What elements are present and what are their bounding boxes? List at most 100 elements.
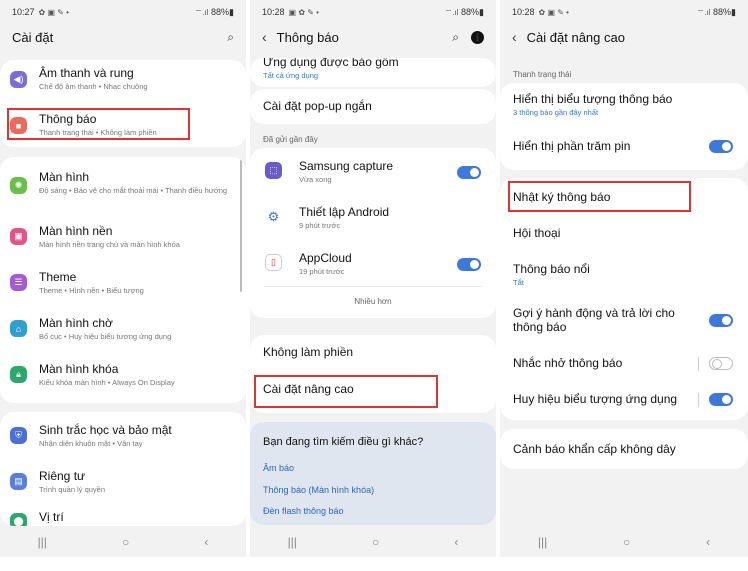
link-lockscreen-notifications[interactable]: Thông báo (Màn hình khóa) [263,485,374,495]
recents-button[interactable]: ||| [538,535,547,549]
popup-card: Cài đặt pop-up ngắn [250,89,496,124]
scrollbar[interactable] [240,157,242,292]
battery-percent-item[interactable]: Hiển thị phần trăm pin [500,139,748,155]
lock-screen-item[interactable]: 🔒︎ Màn hình khóa Kiểu khóa màn hình • Alw… [0,357,246,393]
link-ringtone[interactable]: Âm báo [263,463,294,473]
home-button[interactable]: ○ [372,535,379,549]
nav-bar: ||| ○ ‹ [250,527,496,557]
battery-icon: ▮ [479,6,484,17]
clock: 10:28 [262,7,285,17]
app-row[interactable]: ⚙ Thiết lập Android 9 phút trước [250,202,496,238]
battery-icon: ▮ [229,6,234,17]
back-button[interactable]: ‹ [706,535,710,549]
home-button[interactable]: ○ [122,535,129,549]
item-label: Màn hình khóa [39,362,119,376]
app-row[interactable]: ▯ AppCloud 19 phút trước [250,248,496,284]
status-bar: 10:27 ✿ ▣ ✎ • ⌔.ıl 88%▮ [0,0,246,24]
gear-icon: ⚙ [265,208,282,225]
location-item[interactable]: ⬤ Vị trí [0,508,246,526]
theme-item[interactable]: ☰ Theme Theme • Hình nền • Biểu tượng [0,265,246,301]
badges-toggle[interactable] [709,393,733,406]
dnd-item[interactable]: Không làm phiền [250,345,496,361]
location-icon: ⬤ [10,513,27,526]
search-icon[interactable]: ⌕ [452,30,459,45]
display-item[interactable]: ✺ Màn hình Độ sáng • Bảo vệ cho mắt thoải… [0,163,246,207]
highlight-box [254,375,438,408]
suggest-actions-item[interactable]: Gợi ý hành động và trả lời cho thông báo [500,306,748,336]
highlight-box [508,181,691,212]
item-sub: Bố cục • Huy hiệu biểu tượng ứng dụng [39,332,172,341]
item-label: Sinh trắc học và bảo mật [39,423,172,437]
section-label: Thanh trạng thái [513,70,572,79]
notifications-panel: 10:28 ▣ ✿ ✎ • ⌔.ıl 88%▮ ‹ Thông báo ⌕ i Ứ… [250,0,496,557]
advanced-settings-panel: 10:28 ✿ ▣ ✎ • ⌔.ıl 88%▮ ‹ Cài đặt nâng ca… [500,0,748,557]
recents-button[interactable]: ||| [38,535,47,549]
wireless-alerts-card: Cảnh báo khẩn cấp không dây [500,429,748,469]
status-icons: ✿ ▣ ✎ • [538,7,569,17]
included-apps-item[interactable]: Ứng dụng được báo gồm Tất cả ứng dụng [250,58,496,85]
home-button[interactable]: ○ [623,535,630,549]
item-label: Cài đặt pop-up ngắn [263,99,372,113]
back-arrow-icon[interactable]: ‹ [512,29,517,45]
conversations-item[interactable]: Hội thoại [500,226,748,242]
battery-icon: ▮ [731,6,736,17]
item-sub: Chế độ âm thanh • Nhạc chuông [39,82,148,91]
reminders-toggle[interactable] [709,357,733,370]
item-sub: Theme • Hình nền • Biểu tượng [39,286,144,295]
battery-percent-toggle[interactable] [709,140,733,153]
item-sub: Tắt [513,278,524,287]
page-title: Cài đặt nâng cao [526,29,625,45]
nav-bar: ||| ○ ‹ [0,527,246,557]
settings-group-2: ✺ Màn hình Độ sáng • Bảo vệ cho mắt thoải… [0,157,246,403]
shield-icon: ⛨ [10,427,27,444]
app-row[interactable]: ⬚ Samsung capture Vừa xong [250,156,496,192]
included-apps-card[interactable]: Ứng dụng được báo gồm Tất cả ứng dụng [250,58,496,87]
item-label: Âm thanh và rung [39,66,134,80]
back-button[interactable]: ‹ [204,535,208,549]
info-icon[interactable]: i [471,30,484,44]
app-bar: Cài đặt ⌕ [0,24,246,50]
appcloud-toggle[interactable] [457,258,481,271]
link-flash-notification[interactable]: Đèn flash thông báo [263,506,344,516]
app-bar: ‹ Thông báo ⌕ i [250,24,496,50]
show-icons-item[interactable]: Hiển thị biểu tượng thông báo 3 thông báo… [500,92,748,122]
search-suggestions-card: Bạn đang tìm kiếm điều gì khác? Âm báo T… [250,422,496,525]
settings-group-1: ◀) Âm thanh và rung Chế độ âm thanh • Nhạ… [0,60,246,147]
speaker-icon: ◀) [10,71,27,88]
reminders-item[interactable]: Nhắc nhở thông báo [500,356,748,372]
item-sub: Kiểu khóa màn hình • Always On Display [39,378,175,387]
app-bar: ‹ Cài đặt nâng cao [500,24,748,50]
battery-text: 88% [211,6,230,17]
suggest-actions-toggle[interactable] [709,314,733,327]
privacy-item[interactable]: ▤ Riêng tư Trình quản lý quyền [0,464,246,500]
section-label: Đã gửi gần đây [263,135,318,144]
floating-notifications-item[interactable]: Thông báo nổi Tắt [500,262,748,288]
back-button[interactable]: ‹ [454,535,458,549]
item-label: Màn hình nền [39,224,113,238]
back-arrow-icon[interactable]: ‹ [262,29,267,45]
suggestion-question: Bạn đang tìm kiếm điều gì khác? [263,436,424,448]
capture-toggle[interactable] [457,166,481,179]
more-button[interactable]: Nhiều hơn [250,297,496,306]
status-icons: ▣ ✿ ✎ • [288,7,319,17]
wireless-alerts-item[interactable]: Cảnh báo khẩn cấp không dây [500,442,748,458]
clock: 10:27 [12,7,35,17]
status-bar: 10:28 ▣ ✿ ✎ • ⌔.ıl 88%▮ [250,0,496,24]
settings-group-3: ⛨ Sinh trắc học và bảo mật Nhận diện khuô… [0,412,246,526]
item-label: Theme [39,270,77,284]
separator [698,393,699,407]
page-title: Thông báo [276,29,339,45]
item-sub: Tất cả ứng dụng [263,71,319,80]
home-screen-item[interactable]: ⌂ Màn hình chờ Bố cục • Huy hiệu biểu tượ… [0,311,246,347]
recent-apps-card: ⬚ Samsung capture Vừa xong ⚙ Thiết lập An… [250,148,496,318]
popup-settings-item[interactable]: Cài đặt pop-up ngắn [250,99,496,115]
wallpaper-item[interactable]: ▣ Màn hình nền Màn hình nền trang chủ và … [0,219,246,255]
app-icon-badges-item[interactable]: Huy hiệu biểu tượng ứng dụng [500,392,748,408]
search-icon[interactable]: ⌕ [227,30,234,45]
recents-button[interactable]: ||| [288,535,297,549]
item-sub: 9 phút trước [299,221,341,230]
biometrics-item[interactable]: ⛨ Sinh trắc học và bảo mật Nhận diện khuô… [0,418,246,454]
advanced-options-card: Nhật ký thông báo Hội thoại Thông báo nổ… [500,178,748,420]
item-label: Ứng dụng được báo gồm [263,58,399,69]
sound-vibration-item[interactable]: ◀) Âm thanh và rung Chế độ âm thanh • Nhạ… [0,62,246,98]
